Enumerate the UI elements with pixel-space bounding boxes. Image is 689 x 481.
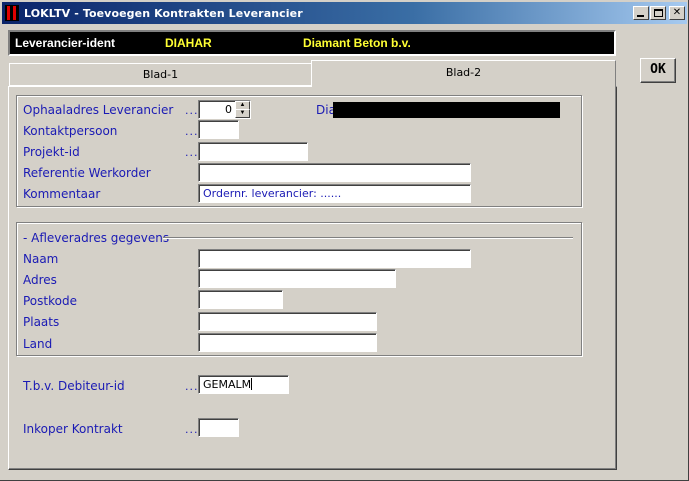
contact-person-input[interactable] <box>198 120 239 139</box>
comment-input[interactable]: Ordernr. leverancier: ...... <box>198 184 471 203</box>
name-label: Naam <box>23 252 59 266</box>
minimize-icon <box>637 15 644 17</box>
debtor-id-value: GEMALM <box>203 378 252 391</box>
pickup-address-spin-buttons[interactable]: ▲ ▼ <box>235 101 250 118</box>
supplier-code: DIAHAR <box>165 36 212 50</box>
country-label: Land <box>23 337 53 351</box>
debtor-id-dots: ... <box>185 380 199 393</box>
title-bar[interactable]: LOKLTV - Toevoegen Kontrakten Leverancie… <box>2 2 687 24</box>
buyer-contract-dots: ... <box>185 423 199 436</box>
spin-down-icon[interactable]: ▼ <box>235 109 250 118</box>
city-input[interactable] <box>198 312 377 331</box>
work-order-ref-label: Referentie Werkorder <box>23 166 151 180</box>
debtor-id-input[interactable]: GEMALM <box>198 375 289 394</box>
address-input[interactable] <box>198 269 396 288</box>
main-window: LOKLTV - Toevoegen Kontrakten Leverancie… <box>0 0 689 481</box>
ok-button[interactable]: OK <box>640 58 676 83</box>
close-button[interactable]: ✕ <box>669 6 685 20</box>
work-order-ref-input[interactable] <box>198 163 471 182</box>
redacted-block <box>333 102 560 118</box>
project-id-dots: ... <box>185 146 199 159</box>
tab-blad-2[interactable]: Blad-2 <box>311 60 616 87</box>
buyer-contract-label: Inkoper Kontrakt <box>23 422 123 436</box>
tab-blad-1[interactable]: Blad-1 <box>9 63 312 86</box>
city-label: Plaats <box>23 315 60 329</box>
maximize-icon <box>654 9 663 17</box>
comment-label: Kommentaar <box>23 187 101 201</box>
legend-divider <box>163 237 573 239</box>
supplier-ident-label: Leverancier-ident <box>15 36 116 50</box>
window-title: LOKLTV - Toevoegen Kontrakten Leverancie… <box>24 7 303 20</box>
project-id-label: Projekt-id <box>23 145 80 159</box>
pickup-address-dots: ... <box>185 104 199 117</box>
close-icon: ✕ <box>672 7 682 18</box>
postcode-input[interactable] <box>198 290 283 309</box>
text-caret <box>251 378 253 390</box>
maximize-button[interactable] <box>650 6 666 20</box>
pickup-address-label: Ophaaladres Leverancier <box>23 103 174 117</box>
pickup-address-value: 0 <box>225 103 232 116</box>
supplier-name: Diamant Beton b.v. <box>303 36 411 50</box>
project-id-input[interactable] <box>198 142 308 161</box>
name-input[interactable] <box>198 249 471 268</box>
postcode-label: Postkode <box>23 294 77 308</box>
contact-person-dots: ... <box>185 125 199 138</box>
supplier-header: Leverancier-ident DIAHAR Diamant Beton b… <box>8 30 616 56</box>
debtor-id-label: T.b.v. Debiteur-id <box>23 379 125 393</box>
contact-person-label: Kontaktpersoon <box>23 124 118 138</box>
delivery-legend: - Afleveradres gegevens <box>23 231 170 245</box>
buyer-contract-input[interactable] <box>198 418 239 437</box>
minimize-button[interactable] <box>633 6 649 20</box>
address-label: Adres <box>23 273 57 287</box>
app-icon[interactable] <box>5 5 19 21</box>
country-input[interactable] <box>198 333 377 352</box>
